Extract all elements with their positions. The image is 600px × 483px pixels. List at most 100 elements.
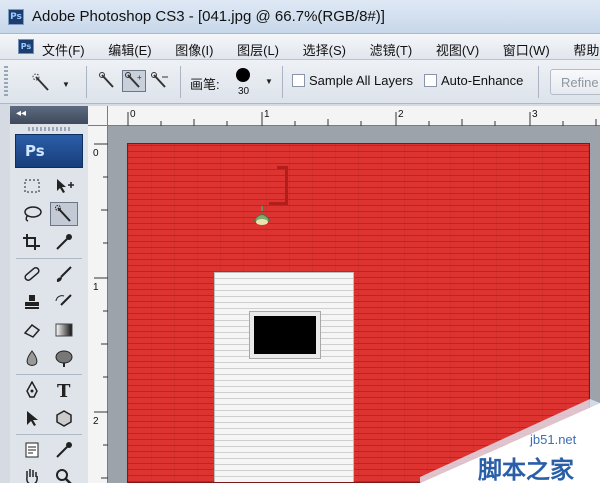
svg-text:+: +	[137, 73, 142, 82]
white-door	[214, 272, 354, 482]
dodge-icon	[55, 350, 73, 367]
add-to-selection-icon: +	[125, 72, 142, 88]
brush-tool[interactable]	[50, 262, 78, 286]
pen-tool[interactable]	[18, 378, 46, 402]
blur-tool[interactable]	[18, 346, 46, 370]
tool-panel: ◂◂ Ps T	[10, 106, 88, 483]
history-brush-tool[interactable]	[50, 290, 78, 314]
tool-panel-grip[interactable]	[28, 127, 70, 131]
menu-select[interactable]: 选择(S)	[303, 43, 346, 58]
menu-image[interactable]: 图像(I)	[175, 43, 213, 58]
options-bar-grip[interactable]	[4, 66, 8, 98]
separator	[180, 66, 181, 98]
separator	[86, 66, 87, 98]
menu-logo[interactable]: Ps	[18, 39, 34, 54]
ruler-corner[interactable]	[88, 106, 108, 126]
crop-icon	[23, 234, 40, 250]
app-logo[interactable]: Ps	[8, 9, 24, 25]
ruler-top-label: 0	[130, 109, 136, 120]
quick-selection-icon	[55, 205, 71, 222]
marquee-icon	[24, 179, 40, 193]
auto-enhance-checkbox[interactable]	[424, 74, 437, 87]
title-bar: Ps Adobe Photoshop CS3 - [041.jpg @ 66.7…	[0, 0, 600, 34]
eyedropper-icon	[56, 234, 72, 250]
notes-icon	[25, 442, 39, 458]
menu-help[interactable]: 帮助	[573, 43, 599, 58]
ruler-left[interactable]: 0 1 2	[88, 126, 108, 483]
brush-size: 30	[238, 86, 250, 97]
lasso-tool[interactable]	[18, 202, 46, 226]
eyedropper-2-tool[interactable]	[50, 438, 78, 462]
healing-brush-icon	[24, 267, 40, 281]
move-icon	[57, 179, 74, 193]
shape-tool[interactable]	[50, 406, 78, 430]
history-brush-icon	[55, 294, 72, 306]
tool-panel-header[interactable]: ◂◂	[10, 106, 88, 124]
menu-items: 文件(F) 编辑(E) 图像(I) 图层(L) 选择(S) 滤镜(T) 视图(V…	[42, 40, 600, 59]
move-tool[interactable]	[50, 174, 78, 198]
brush-picker-chevron-icon[interactable]: ▼	[265, 77, 273, 86]
ps-badge[interactable]: Ps	[15, 134, 83, 168]
brush-preview-icon[interactable]	[236, 68, 250, 82]
separator	[538, 66, 539, 98]
notes-tool[interactable]	[18, 438, 46, 462]
eraser-tool[interactable]	[18, 318, 46, 342]
tool-preset-picker[interactable]: ▼	[28, 72, 72, 94]
menu-view[interactable]: 视图(V)	[436, 43, 479, 58]
marquee-tool[interactable]	[18, 174, 46, 198]
ruler-top-label: 3	[532, 109, 538, 120]
type-tool[interactable]: T	[50, 378, 78, 402]
new-selection-button[interactable]	[96, 70, 120, 92]
menu-bar: Ps 文件(F) 编辑(E) 图像(I) 图层(L) 选择(S) 滤镜(T) 视…	[0, 34, 600, 60]
sample-all-layers-label: Sample All Layers	[309, 73, 414, 88]
clone-stamp-icon	[25, 295, 39, 309]
menu-layer[interactable]: 图层(L)	[237, 43, 279, 58]
quick-selection-tool[interactable]	[50, 202, 78, 226]
tool-separator	[16, 434, 82, 435]
ruler-left-label: 0	[93, 148, 99, 159]
subtract-from-selection-button[interactable]	[148, 70, 172, 92]
refine-edge-button[interactable]: Refine	[550, 69, 600, 95]
window-title: Adobe Photoshop CS3 - [041.jpg @ 66.7%(R…	[32, 8, 385, 25]
watermark-text: 脚本之家	[478, 456, 574, 483]
ruler-top-ticks	[127, 112, 597, 126]
collapse-icon[interactable]: ◂◂	[16, 108, 26, 119]
menu-file[interactable]: 文件(F)	[42, 43, 85, 58]
tool-separator	[16, 374, 82, 375]
pen-icon	[26, 381, 38, 398]
quick-selection-preset-icon	[32, 73, 49, 91]
menu-window[interactable]: 窗口(W)	[503, 43, 550, 58]
ruler-left-label: 2	[93, 416, 99, 427]
menu-filter[interactable]: 滤镜(T)	[370, 43, 413, 58]
path-selection-icon	[27, 411, 38, 426]
healing-brush-tool[interactable]	[18, 262, 46, 286]
dodge-tool[interactable]	[50, 346, 78, 370]
tool-separator	[16, 258, 82, 259]
door-window-glass	[254, 316, 316, 354]
add-to-selection-button[interactable]: +	[122, 70, 146, 92]
crop-tool[interactable]	[18, 230, 46, 254]
ruler-top[interactable]: 0 1 2 3	[88, 106, 600, 126]
eyedropper-tool[interactable]	[50, 230, 78, 254]
chevron-down-icon: ▼	[62, 80, 70, 89]
menu-edit[interactable]: 编辑(E)	[108, 43, 151, 58]
svg-text:T: T	[57, 381, 71, 399]
brush-label: 画笔:	[190, 77, 220, 92]
separator	[282, 66, 283, 98]
blur-icon	[26, 350, 38, 366]
ruler-top-label: 1	[264, 109, 270, 120]
options-bar: ▼ + 画笔: 30 ▼ Sample All Layers Auto-Enha…	[0, 60, 600, 104]
watermark-site: jb51.net	[530, 432, 577, 447]
sample-all-layers-checkbox[interactable]	[292, 74, 305, 87]
type-icon: T	[57, 381, 71, 399]
eraser-icon	[23, 323, 41, 338]
hand-icon	[26, 469, 38, 483]
ruler-left-label: 1	[93, 282, 99, 293]
path-selection-tool[interactable]	[18, 406, 46, 430]
gradient-icon	[55, 323, 73, 337]
clone-stamp-tool[interactable]	[18, 290, 46, 314]
lamp-icon	[253, 206, 271, 225]
hand-tool[interactable]	[18, 464, 46, 483]
gradient-tool[interactable]	[50, 318, 78, 342]
zoom-tool[interactable]	[50, 464, 78, 483]
